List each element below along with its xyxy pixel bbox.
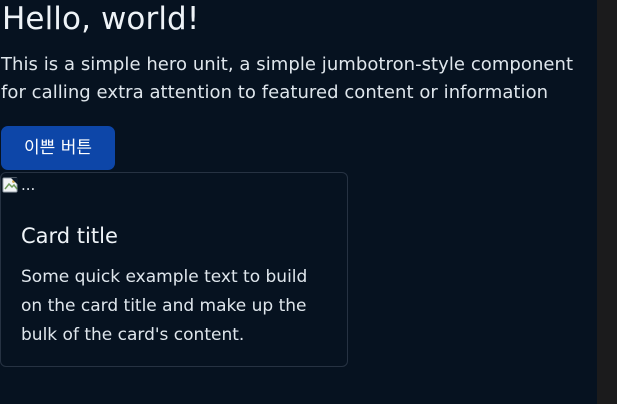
hero-description: This is a simple hero unit, a simple jum… — [1, 54, 574, 103]
hero-title: Hello, world! — [2, 1, 200, 37]
card-image: ... — [2, 173, 35, 197]
card: ... Card title Some quick example text t… — [0, 172, 348, 367]
right-scroll-rail — [597, 0, 617, 404]
page-content: Hello, world! This is a simple hero unit… — [0, 0, 597, 404]
broken-image-icon — [2, 177, 19, 194]
card-text: Some quick example text to build on the … — [21, 267, 308, 345]
pretty-button[interactable]: 이쁜 버튼 — [1, 126, 115, 170]
card-image-alt-text: ... — [21, 176, 36, 194]
card-title: Card title — [21, 224, 118, 248]
card-body: Card title Some quick example text to bu… — [21, 221, 329, 350]
